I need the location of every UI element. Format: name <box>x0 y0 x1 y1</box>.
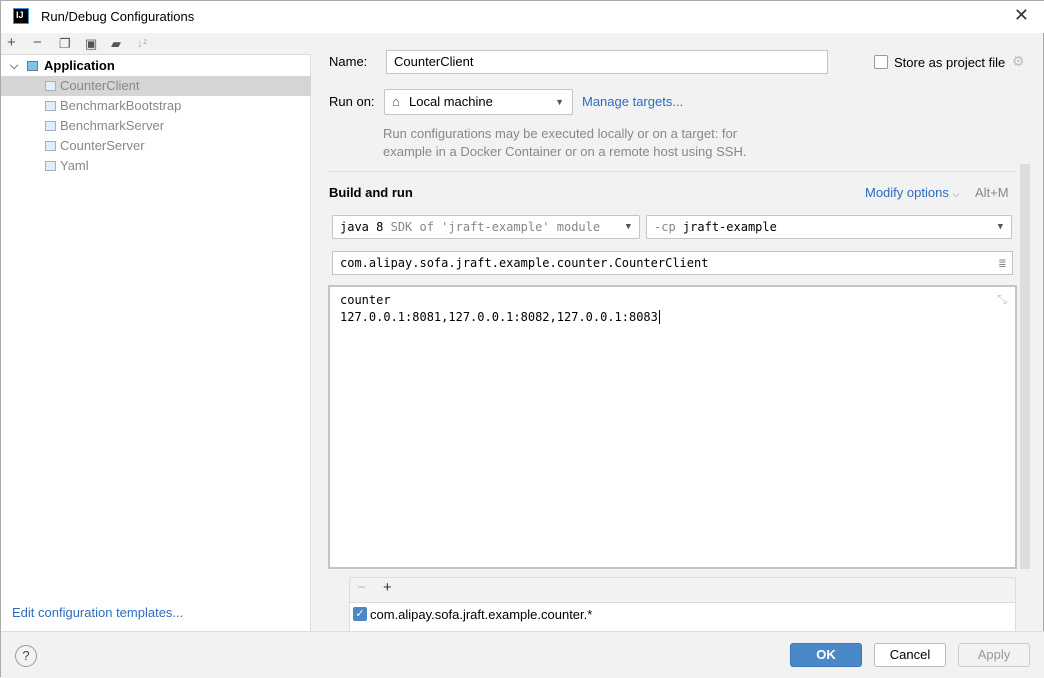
tree-item-label: CounterServer <box>60 138 145 153</box>
tree-item-label: BenchmarkBootstrap <box>60 98 182 113</box>
application-icon <box>27 61 38 71</box>
gear-icon[interactable]: ⚙ <box>1012 53 1025 70</box>
scrollbar[interactable] <box>1020 164 1030 569</box>
tree-group-label: Application <box>44 58 115 73</box>
main-class-input[interactable]: com.alipay.sofa.jraft.example.counter.Co… <box>332 251 1013 275</box>
coverage-pattern: com.alipay.sofa.jraft.example.counter.* <box>370 607 593 622</box>
run-on-label: Run on: <box>329 94 375 109</box>
manage-targets-link[interactable]: Manage targets... <box>582 94 683 109</box>
tree-item-benchmarkserver[interactable]: BenchmarkServer <box>1 116 311 136</box>
application-icon <box>45 141 56 151</box>
tree-item-counterserver[interactable]: CounterServer <box>1 136 311 156</box>
run-on-dropdown[interactable]: ⌂ Local machine ▼ <box>384 89 573 115</box>
args-line: counter <box>340 293 391 307</box>
edit-templates-link[interactable]: Edit configuration templates... <box>12 605 183 620</box>
close-icon[interactable]: ✕ <box>1014 5 1029 26</box>
dropdown-arrow-icon: ▼ <box>625 222 631 232</box>
program-arguments-textarea[interactable]: counter 127.0.0.1:8081,127.0.0.1:8082,12… <box>328 285 1017 569</box>
minus-icon[interactable]: − <box>357 579 366 596</box>
collapse-icon[interactable]: ⤡ <box>997 291 1007 308</box>
plus-icon[interactable]: + <box>383 579 392 596</box>
apply-button[interactable]: Apply <box>958 643 1030 667</box>
args-line: 127.0.0.1:8081,127.0.0.1:8082,127.0.0.1:… <box>340 309 1005 326</box>
application-icon <box>45 161 56 171</box>
cancel-button[interactable]: Cancel <box>874 643 946 667</box>
args-text: 127.0.0.1:8081,127.0.0.1:8082,127.0.0.1:… <box>340 310 658 324</box>
new-folder-icon[interactable]: ▰ <box>111 36 121 52</box>
modify-options-label: Modify options <box>865 185 949 200</box>
tree-item-benchmarkbootstrap[interactable]: BenchmarkBootstrap <box>1 96 311 116</box>
run-on-value: Local machine <box>409 94 493 109</box>
minus-icon[interactable]: − <box>33 34 42 51</box>
jre-dropdown[interactable]: java 8 SDK of 'jraft-example' module ▼ <box>332 215 640 239</box>
browse-icon[interactable]: ≣ <box>999 252 1006 274</box>
chevron-down-icon[interactable]: ⌵ <box>10 56 18 76</box>
tree-item-label: CounterClient <box>60 78 140 93</box>
tree-toolbar: + − ❐ ▣ ▰ ↓ᶻ <box>1 33 311 55</box>
tree-item-label: Yaml <box>60 158 89 173</box>
save-icon[interactable]: ▣ <box>85 36 97 52</box>
store-as-project-checkbox[interactable] <box>874 55 888 69</box>
run-on-hint-line1: Run configurations may be executed local… <box>383 126 738 141</box>
sort-icon[interactable]: ↓ᶻ <box>137 36 147 50</box>
dropdown-arrow-icon: ▼ <box>555 97 564 107</box>
store-as-project-label: Store as project file <box>894 55 1006 70</box>
tree-item-yaml[interactable]: Yaml <box>1 156 311 176</box>
cp-prefix: -cp <box>654 220 676 234</box>
application-icon <box>45 121 56 131</box>
main-class-value: com.alipay.sofa.jraft.example.counter.Co… <box>340 256 709 270</box>
classpath-dropdown[interactable]: -cp jraft-example ▼ <box>646 215 1012 239</box>
dropdown-arrow-icon: ▼ <box>997 222 1003 232</box>
tree-group-application[interactable]: ⌵ Application <box>1 56 311 76</box>
modify-options-shortcut: Alt+M <box>975 185 1009 200</box>
name-label: Name: <box>329 54 368 69</box>
application-icon <box>45 81 56 91</box>
name-input[interactable]: CounterClient <box>386 50 828 74</box>
run-on-hint-line2: example in a Docker Container or on a re… <box>383 144 747 159</box>
section-title: Build and run <box>329 185 413 200</box>
divider <box>329 171 1016 172</box>
cp-value: jraft-example <box>682 220 777 234</box>
tree-item-label: BenchmarkServer <box>60 118 165 133</box>
help-button[interactable]: ? <box>15 645 37 667</box>
tree-item-counterclient[interactable]: CounterClient <box>1 76 311 96</box>
modify-options-link[interactable]: Modify options ⌵ <box>865 185 959 200</box>
text-cursor <box>658 310 660 324</box>
jre-hint: SDK of 'jraft-example' module <box>390 220 601 234</box>
jre-value: java 8 <box>340 220 384 234</box>
copy-icon[interactable]: ❐ <box>59 36 71 52</box>
coverage-checkbox[interactable]: ✓ <box>353 607 367 621</box>
application-icon <box>45 101 56 111</box>
home-icon: ⌂ <box>392 94 400 109</box>
intellij-logo-icon: IJ <box>13 8 29 24</box>
window-title: Run/Debug Configurations <box>41 9 195 24</box>
ok-button[interactable]: OK <box>790 643 862 667</box>
chevron-down-icon: ⌵ <box>952 189 960 199</box>
plus-icon[interactable]: + <box>7 34 16 51</box>
